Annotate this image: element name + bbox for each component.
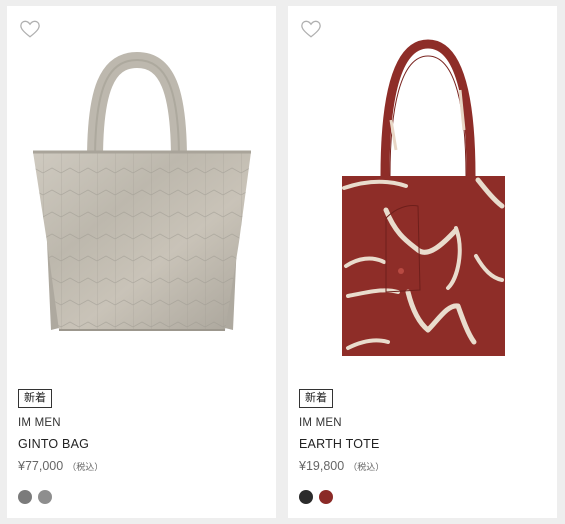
- new-arrival-badge: 新着: [18, 389, 52, 408]
- new-arrival-badge: 新着: [299, 389, 333, 408]
- brand-name: IM MEN: [18, 417, 61, 429]
- tax-note: （税込）: [67, 462, 104, 472]
- price-value: ¥77,000: [18, 459, 64, 473]
- product-image-earth-tote[interactable]: [288, 30, 557, 370]
- color-swatches: [299, 490, 333, 504]
- product-name[interactable]: EARTH TOTE: [299, 437, 380, 451]
- product-card-ginto-bag[interactable]: 新着 IM MEN GINTO BAG ¥77,000 （税込）: [7, 6, 276, 518]
- color-swatch-red[interactable]: [319, 490, 333, 504]
- price-value: ¥19,800: [299, 459, 345, 473]
- product-price: ¥19,800 （税込）: [299, 459, 384, 473]
- product-image-ginto-bag[interactable]: [7, 30, 276, 370]
- color-swatch-black[interactable]: [299, 490, 313, 504]
- tax-note: （税込）: [348, 462, 385, 472]
- color-swatch-light-gray[interactable]: [38, 490, 52, 504]
- color-swatch-gray[interactable]: [18, 490, 32, 504]
- brand-name: IM MEN: [299, 417, 342, 429]
- product-grid: 新着 IM MEN GINTO BAG ¥77,000 （税込） 新着 IM M…: [0, 0, 565, 524]
- product-name[interactable]: GINTO BAG: [18, 437, 89, 451]
- product-price: ¥77,000 （税込）: [18, 459, 103, 473]
- product-card-earth-tote[interactable]: 新着 IM MEN EARTH TOTE ¥19,800 （税込）: [288, 6, 557, 518]
- color-swatches: [18, 490, 52, 504]
